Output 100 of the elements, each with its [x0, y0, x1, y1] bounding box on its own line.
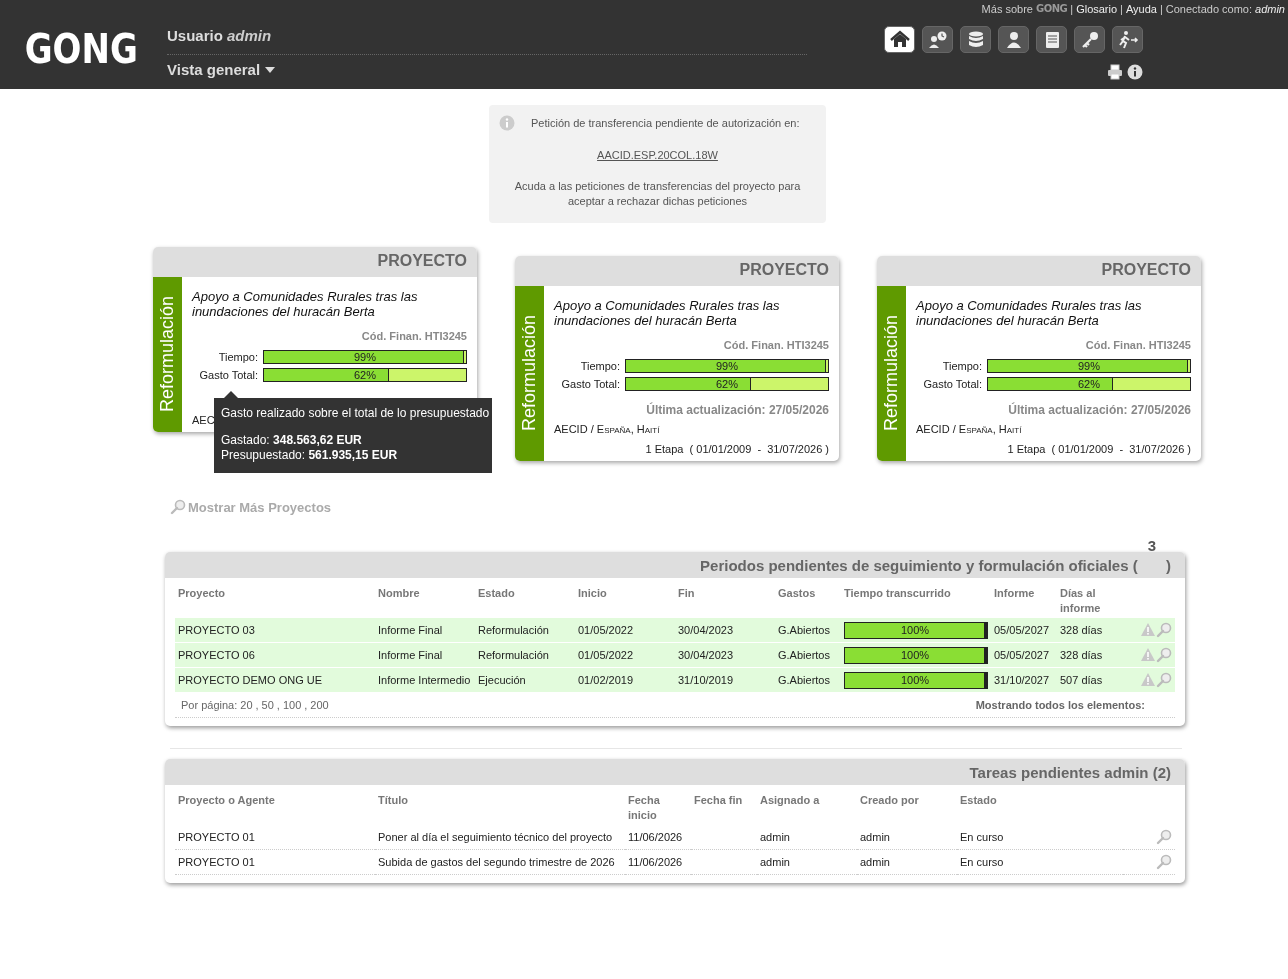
project-title: Apoyo a Comunidades Rurales tras las inundaciones del huracán Berta — [192, 289, 419, 319]
column-header[interactable]: Fecha inicio — [625, 785, 691, 825]
stage-dates: 1 Etapa ( 01/01/2009 - 31/07/2026 ) — [1006, 443, 1191, 455]
column-header[interactable]: Tiempo transcurrido — [841, 578, 991, 618]
panel-title: Tareas pendientes admin (2) — [969, 763, 1171, 781]
progress-value: 99% — [715, 360, 739, 372]
table-cell: Ejecución — [475, 667, 575, 693]
column-header[interactable]: Inicio — [575, 578, 675, 618]
table-cell: Reformulación — [475, 642, 575, 668]
column-header[interactable]: Creado por — [857, 785, 957, 825]
header-link[interactable]: Ayuda — [1125, 3, 1157, 15]
column-header[interactable]: Fin — [675, 578, 775, 618]
state-label: Reformulación — [157, 296, 178, 413]
progress-value: 99% — [1077, 360, 1101, 372]
page-size-link[interactable]: 100 — [282, 699, 302, 711]
column-header[interactable]: Nombre — [375, 578, 475, 618]
column-header[interactable]: Estado — [957, 785, 1123, 825]
progress-value: 100% — [899, 622, 931, 638]
project-link[interactable]: AACID.ESP.20COL.18W — [597, 149, 718, 161]
column-header[interactable]: Título — [375, 785, 625, 825]
separator-text: , — [255, 699, 259, 711]
bar-label: Tiempo: — [579, 360, 620, 372]
column-header[interactable]: Informe — [991, 578, 1057, 618]
column-header[interactable]: Proyecto — [175, 578, 375, 618]
table-cell: 01/05/2022 — [575, 618, 675, 643]
funding-code: Cód. Finan. HTI3245 — [360, 330, 467, 342]
nav-button[interactable] — [922, 26, 953, 53]
table-cell: En curso — [957, 849, 1123, 875]
progress-value: 100% — [899, 672, 931, 688]
separator-text: , — [276, 699, 280, 711]
nav-button[interactable] — [998, 26, 1029, 53]
bar-label: Tiempo: — [941, 360, 982, 372]
table-cell: 507 días — [1057, 667, 1123, 693]
project-card[interactable] — [877, 256, 1201, 461]
column-header[interactable]: Proyecto o Agente — [175, 785, 375, 825]
table-cell: admin — [857, 825, 957, 850]
separator-text: | — [1159, 3, 1163, 15]
panel-title: ) — [1166, 556, 1171, 574]
progress-value: 99% — [353, 351, 377, 363]
header-text: Conectado como: — [1165, 3, 1253, 15]
nav-button[interactable] — [1112, 26, 1143, 53]
table-cell: 11/06/2026 — [625, 825, 691, 850]
funding-code: Cód. Finan. HTI3245 — [722, 339, 829, 351]
table-cell: PROYECTO 01 — [175, 849, 375, 875]
column-header[interactable]: Gastos — [775, 578, 841, 618]
logo[interactable]: GONG — [0, 0, 142, 89]
print-icon[interactable] — [1107, 64, 1123, 80]
table-cell: En curso — [957, 825, 1123, 850]
table-cell: G.Abiertos — [775, 618, 841, 643]
table-cell: PROYECTO 03 — [175, 618, 375, 643]
bar-label: Gasto Total: — [560, 378, 620, 390]
state-label: Reformulación — [519, 315, 540, 432]
bar-label: Gasto Total: — [198, 369, 258, 381]
info-icon — [499, 115, 515, 131]
page-size-link[interactable]: 200 — [310, 699, 329, 711]
table-cell: Poner al día el seguimiento técnico del proyecto — [375, 825, 625, 850]
project-card[interactable] — [515, 256, 839, 461]
search-icon — [170, 499, 186, 515]
progress-value: 62% — [715, 378, 739, 390]
table-cell: admin — [757, 825, 857, 850]
table-cell: PROYECTO 01 — [175, 825, 375, 850]
panel-title: Periodos pendientes de seguimiento y formulación oficiales ( — [700, 556, 1138, 574]
page-size-link[interactable]: 50 — [261, 699, 274, 711]
table-cell: 01/05/2022 — [575, 642, 675, 668]
table-cell: 31/10/2019 — [675, 667, 775, 693]
tooltip-line: Presupuestado: 561.935,15 EUR — [221, 448, 399, 463]
column-header[interactable]: Fecha fin — [691, 785, 757, 825]
table-cell: G.Abiertos — [775, 642, 841, 668]
nav-button[interactable] — [1036, 26, 1067, 53]
tooltip-line: Gastado: 348.563,62 EUR — [221, 433, 363, 448]
table-cell: G.Abiertos — [775, 667, 841, 693]
page-size-link[interactable]: 20 — [240, 699, 253, 711]
progress-value: 100% — [899, 647, 931, 663]
table-cell: 11/06/2026 — [625, 849, 691, 875]
show-more-link[interactable]: Mostrar Más Proyectos — [170, 499, 332, 515]
table-cell: Informe Final — [375, 642, 475, 668]
info-icon[interactable] — [1127, 64, 1143, 80]
nav-button[interactable] — [884, 26, 915, 53]
count-text: 3 — [1147, 536, 1156, 554]
user-name: admin — [1255, 3, 1285, 15]
header-link[interactable]: Glosario — [1076, 3, 1118, 15]
notice-text: Petición de transferencia pendiente de autorización en: — [530, 117, 801, 129]
card-header: PROYECTO — [153, 247, 477, 277]
table-cell: 01/02/2019 — [575, 667, 675, 693]
column-header[interactable]: Asignado a — [757, 785, 857, 825]
view-menu[interactable]: Vista general — [167, 61, 277, 78]
pagination-label: Por página: — [181, 699, 238, 711]
column-header[interactable]: Estado — [475, 578, 575, 618]
funder-text: AECID / España, Haití — [554, 423, 661, 435]
table-cell: Subida de gastos del segundo trimestre de 2026 — [375, 849, 625, 875]
table-cell: Informe Final — [375, 618, 475, 643]
separator-text: | — [1120, 3, 1123, 15]
table-cell: Informe Intermedio — [375, 667, 475, 693]
nav-button[interactable] — [960, 26, 991, 53]
funder-text: AECID / España, Haití — [916, 423, 1023, 435]
funding-code: Cód. Finan. HTI3245 — [1084, 339, 1191, 351]
nav-button[interactable] — [1074, 26, 1105, 53]
caret-icon — [264, 65, 277, 74]
column-header[interactable]: Días al informe — [1057, 578, 1123, 618]
table-cell: 05/05/2027 — [991, 618, 1057, 643]
